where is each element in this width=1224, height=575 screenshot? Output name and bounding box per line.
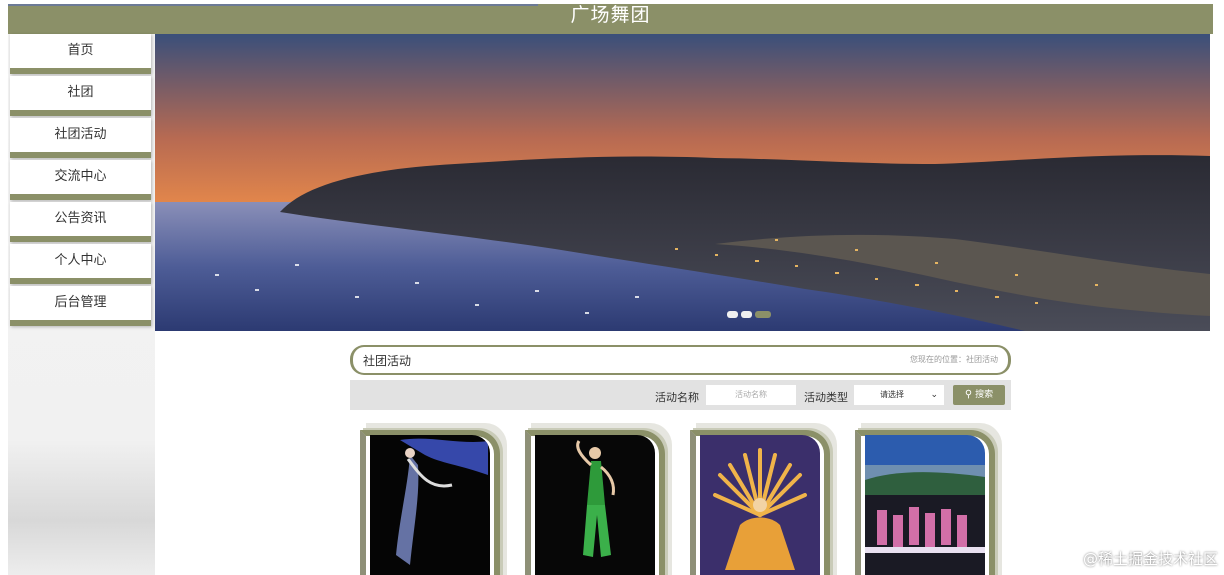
search-button[interactable]: ⚲ 搜索 (953, 385, 1005, 405)
breadcrumb: 您现在的位置：社团活动 (910, 355, 998, 364)
sidebar-item-home[interactable]: 首页 (10, 34, 151, 74)
activity-name-input[interactable]: 活动名称 (706, 385, 796, 405)
activity-card[interactable] (855, 423, 1008, 575)
dancer-blue-silk-photo[interactable] (370, 435, 490, 575)
dancer-green-costume-photo[interactable] (535, 435, 655, 575)
page: 广场舞团 首页 社团 社团活动 交流中心 公告资讯 个人中心 后台管理 社团活动… (0, 0, 1224, 575)
activity-card[interactable] (690, 423, 843, 575)
sidebar-item-admin[interactable]: 后台管理 (10, 286, 151, 326)
section-title: 社团活动 (363, 354, 412, 368)
activity-name-label: 活动名称 (655, 391, 699, 404)
sidebar-item-personal-center[interactable]: 个人中心 (10, 244, 151, 284)
activity-card[interactable] (525, 423, 678, 575)
activity-type-select-value: 请选择 (880, 390, 904, 399)
activity-card[interactable] (360, 423, 513, 575)
search-button-label: 搜索 (975, 390, 994, 400)
watermark-text: @稀土掘金技术社区 (1082, 550, 1218, 568)
carousel-dot-active[interactable] (755, 311, 771, 318)
coastal-town-sunset-picture (155, 34, 1210, 331)
section-title-bar: 社团活动 您现在的位置：社团活动 (350, 345, 1011, 375)
carousel-dot-1[interactable] (727, 311, 738, 318)
sidebar-item-exchange-center[interactable]: 交流中心 (10, 160, 151, 200)
chevron-down-icon: ⌄ (930, 390, 938, 400)
thousand-hand-dance-photo[interactable] (700, 435, 820, 575)
sidebar-item-club-activities[interactable]: 社团活动 (10, 118, 151, 158)
banner-image (155, 34, 1210, 331)
sidebar-item-clubs[interactable]: 社团 (10, 76, 151, 116)
header-bar: 广场舞团 (8, 4, 1213, 34)
sidebar: 首页 社团 社团活动 交流中心 公告资讯 个人中心 后台管理 (8, 34, 155, 575)
search-icon: ⚲ (964, 389, 973, 400)
carousel-dot-2[interactable] (741, 311, 752, 318)
activity-type-select[interactable]: 请选择 ⌄ (854, 385, 944, 405)
search-bar: 活动名称 活动名称 活动类型 请选择 ⌄ ⚲ 搜索 (350, 380, 1011, 410)
sidebar-item-announcements[interactable]: 公告资讯 (10, 202, 151, 242)
stage-group-dance-photo[interactable] (865, 435, 985, 575)
site-title: 广场舞团 (570, 4, 651, 26)
activity-type-label: 活动类型 (804, 391, 848, 404)
